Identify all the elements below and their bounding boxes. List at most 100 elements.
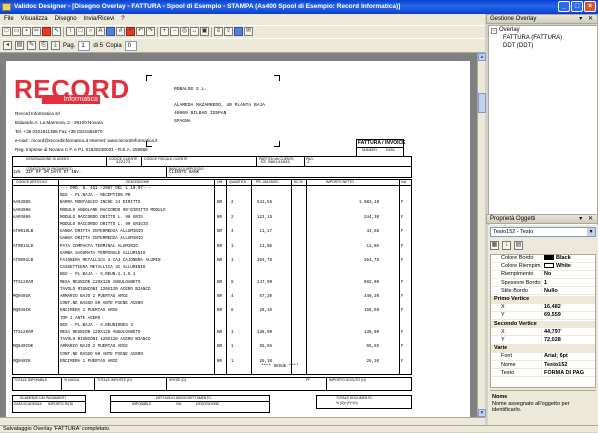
property-row[interactable]: Stile Bordo Nullo: [491, 287, 595, 296]
menu-invia-ricevi[interactable]: Invia/Ricevi: [84, 14, 115, 25]
property-value[interactable]: 72,028: [541, 337, 595, 345]
rectangle-icon[interactable]: □: [76, 27, 85, 36]
property-row[interactable]: Nome Testo152: [491, 361, 595, 370]
property-value-text: Testo152: [544, 361, 568, 368]
tree-item-fattura[interactable]: FATTURA (FATTURA): [503, 35, 562, 41]
tree-item-ddt[interactable]: DDT (DDT): [503, 43, 533, 49]
close-button[interactable]: ×: [584, 1, 596, 12]
page-input[interactable]: 1: [78, 40, 91, 51]
property-row[interactable]: Spessore Bordo 1: [491, 279, 595, 288]
property-value[interactable]: Nullo: [541, 287, 595, 296]
new-icon[interactable]: □: [2, 27, 11, 36]
scroll-up-icon[interactable]: ▲: [478, 53, 486, 61]
horizontal-scrollbar[interactable]: [0, 417, 485, 425]
property-row[interactable]: Y 69,559: [491, 312, 595, 320]
delete-icon[interactable]: ×: [126, 27, 135, 36]
text-icon[interactable]: A: [96, 27, 105, 36]
vertical-scrollbar[interactable]: ▲ ▼: [477, 53, 486, 417]
zoom-out-icon[interactable]: −: [170, 27, 179, 36]
preview-icon[interactable]: [234, 27, 243, 36]
dropdown-arrow-icon[interactable]: ▼: [587, 228, 595, 236]
object-selector[interactable]: Testo152 - Testo ▼: [490, 227, 596, 237]
grid-icon[interactable]: #: [116, 27, 125, 36]
print-icon[interactable]: ▤: [15, 41, 24, 50]
property-row[interactable]: Font Arial; 6pt: [491, 353, 595, 361]
property-grid[interactable]: Colore Bordo Black Colore Riempim. White Rie…: [490, 254, 596, 388]
send-icon[interactable]: ✉: [244, 27, 253, 36]
property-row[interactable]: X 44,797: [491, 328, 595, 337]
tree-root[interactable]: Overlay: [499, 27, 520, 33]
property-value-text: White: [556, 263, 571, 270]
property-value[interactable]: Black: [541, 255, 595, 263]
scroll-down-icon[interactable]: ▼: [478, 409, 486, 417]
line-icon[interactable]: \: [66, 27, 75, 36]
property-value[interactable]: Arial; 6pt: [541, 353, 595, 361]
panel-buttons[interactable]: ▾ ✕: [579, 15, 595, 24]
open-icon[interactable]: ▭: [12, 27, 21, 36]
record-icon[interactable]: [42, 27, 51, 36]
zoom-page-icon[interactable]: ▣: [200, 27, 209, 36]
property-value[interactable]: No: [541, 271, 595, 279]
table-cell: 348,30: [364, 295, 380, 299]
property-row[interactable]: Testo FORMA DI PAG: [491, 369, 595, 378]
invoice-page[interactable]: RECORD Informatica Record Informatica sr…: [6, 61, 470, 417]
first-page-icon[interactable]: ◂: [3, 41, 12, 50]
categorized-icon[interactable]: ▦: [490, 241, 499, 250]
copy-input[interactable]: 0: [124, 40, 137, 51]
property-row[interactable]: Y 72,028: [491, 337, 595, 345]
zoom-width-icon[interactable]: ↔: [190, 27, 199, 36]
property-value[interactable]: 1: [541, 279, 595, 288]
menu-visualizza[interactable]: Visualizza: [21, 14, 48, 25]
property-row[interactable]: Riempimento No: [491, 271, 595, 279]
property-value[interactable]: FORMA DI PAG: [541, 369, 595, 378]
property-pages-icon[interactable]: ▤: [514, 241, 523, 250]
ellipse-icon[interactable]: ○: [86, 27, 95, 36]
address-corner: [146, 75, 152, 81]
menu-file[interactable]: File: [4, 14, 14, 25]
property-value[interactable]: 44,797: [541, 328, 595, 337]
panel-buttons[interactable]: ▾ ✕: [579, 215, 595, 224]
amount-due-label: IMPORTO DOVUTO (H): [329, 378, 366, 382]
pointer-icon[interactable]: ↖: [52, 27, 61, 36]
scroll-thumb[interactable]: [478, 93, 486, 113]
company-line: Reg. Imprese di Novara C.F. e P.I. 01930…: [15, 147, 148, 152]
property-category[interactable]: Secondo Vertice: [491, 320, 595, 329]
properties-panel-title: Proprietà Oggetti: [490, 216, 536, 222]
th-vat: IVA: [401, 180, 407, 184]
company-line: Tel. +39 0321611388 Fax +39 0321684870: [15, 129, 103, 134]
vat-value: ES B95134933: [261, 161, 290, 165]
table-cell: TTS120AM: [13, 331, 34, 335]
property-value[interactable]: White: [541, 263, 595, 271]
copy-icon[interactable]: ⎘: [39, 41, 48, 50]
property-value[interactable]: 69,559: [541, 312, 595, 320]
export-pdf-icon[interactable]: ⤓: [51, 41, 60, 50]
property-value[interactable]: Testo152: [541, 361, 595, 370]
edit-icon[interactable]: ✎: [27, 41, 36, 50]
property-row[interactable]: Colore Bordo Black: [491, 255, 595, 263]
properties-icon[interactable]: ≡: [214, 27, 223, 36]
property-category[interactable]: Varie: [491, 345, 595, 353]
maximize-button[interactable]: □: [571, 1, 583, 12]
collapse-icon[interactable]: −: [491, 28, 497, 34]
alphabetical-icon[interactable]: ↕: [502, 241, 511, 250]
property-category[interactable]: Primo Vertice: [491, 296, 595, 304]
table-cell: 264,75: [364, 259, 380, 263]
zoom-fit-icon[interactable]: ◎: [180, 27, 189, 36]
property-row[interactable]: Colore Riempim. White: [491, 263, 595, 271]
redo-icon[interactable]: ↷: [146, 27, 155, 36]
table-cell: 26,10: [259, 359, 273, 364]
document-canvas[interactable]: RECORD Informatica Record Informatica sr…: [0, 53, 477, 417]
minimize-button[interactable]: _: [558, 1, 570, 12]
menu-disegno[interactable]: Disegno: [55, 14, 77, 25]
image-icon[interactable]: [106, 27, 115, 36]
property-key: X: [501, 304, 505, 311]
export-icon[interactable]: ⇪: [224, 27, 233, 36]
save-icon[interactable]: ▪: [22, 27, 31, 36]
menu-help[interactable]: ?: [121, 14, 124, 25]
undo-icon[interactable]: ↶: [136, 27, 145, 36]
property-value[interactable]: 16,482: [541, 304, 595, 312]
cut-icon[interactable]: ✂: [32, 27, 41, 36]
zoom-in-icon[interactable]: +: [160, 27, 169, 36]
property-value-text: Arial; 6pt: [544, 353, 568, 360]
property-row[interactable]: X 16,482: [491, 304, 595, 312]
